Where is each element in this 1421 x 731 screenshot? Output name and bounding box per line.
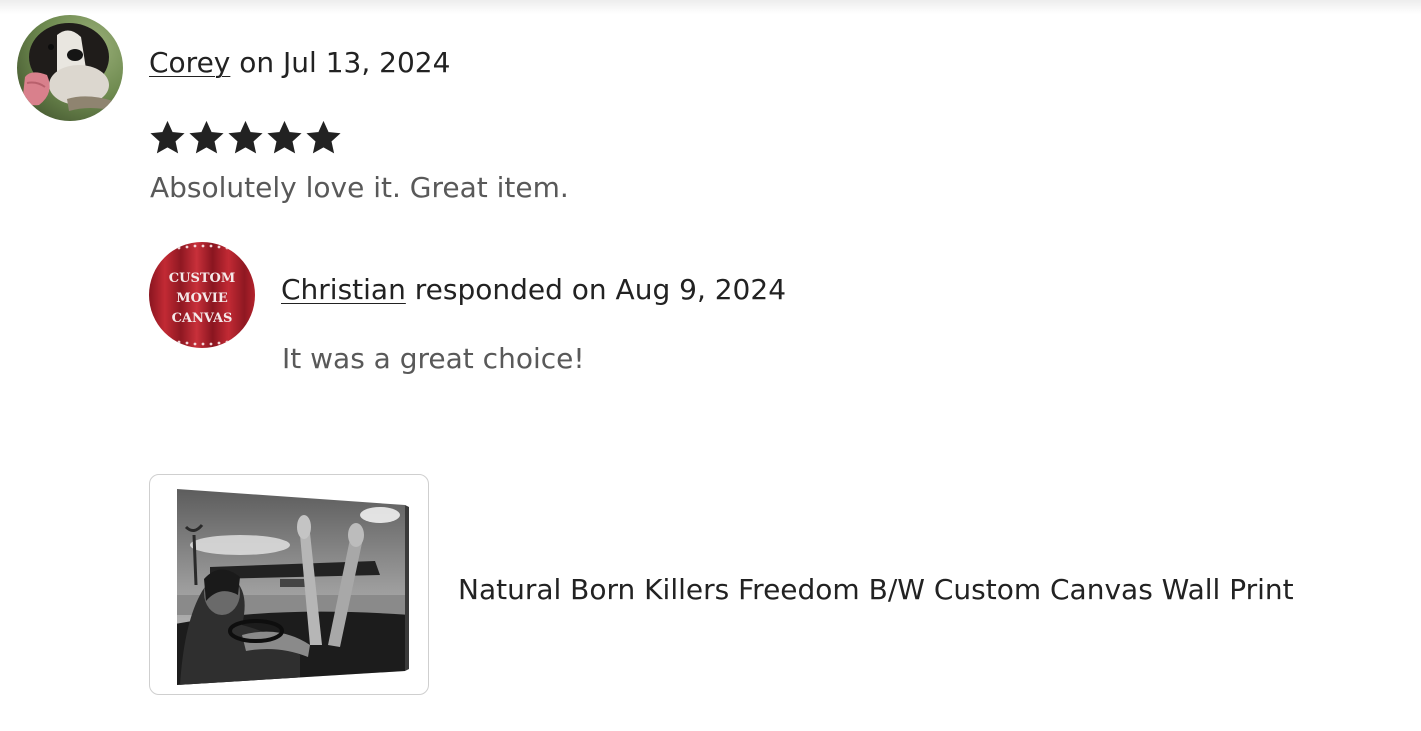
item-thumbnail-card[interactable] [149,474,429,695]
response-date: responded on Aug 9, 2024 [405,273,787,306]
star-icon [267,120,302,154]
reviewer-avatar[interactable] [17,15,123,121]
seller-response-byline: Christian responded on Aug 9, 2024 [281,273,786,307]
review-text: Absolutely love it. Great item. [150,171,569,204]
star-icon [228,120,263,154]
item-title-link[interactable]: Natural Born Killers Freedom B/W Custom … [458,572,1294,608]
star-icon [306,120,341,154]
star-icon [189,120,224,154]
star-icon [150,120,185,154]
seller-name-link[interactable]: Christian [281,273,406,306]
seller-logo-line-3: CANVAS [172,311,233,326]
seller-response-text: It was a great choice! [282,342,585,375]
review-entry: Corey on Jul 13, 2024 Absolutely love it… [0,0,1421,731]
review-date: on Jul 13, 2024 [230,46,451,79]
seller-avatar[interactable]: CUSTOM MOVIE CANVAS [149,242,255,348]
seller-logo-line-1: CUSTOM [169,271,235,286]
reviewer-byline: Corey on Jul 13, 2024 [149,46,450,80]
reviewer-avatar-image [17,15,123,121]
item-thumbnail-image [177,489,409,685]
reviewer-name-link[interactable]: Corey [149,46,230,79]
seller-logo: CUSTOM MOVIE CANVAS [149,242,255,348]
seller-logo-line-2: MOVIE [176,291,228,306]
star-rating [148,118,343,158]
